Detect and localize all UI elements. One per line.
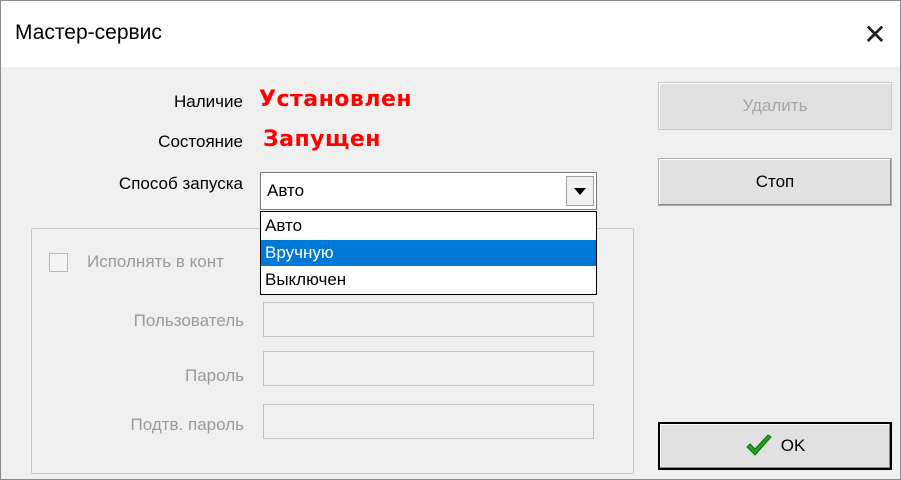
ok-button[interactable]: OK bbox=[658, 422, 892, 470]
close-icon: ✕ bbox=[863, 18, 887, 50]
dropdown-option-auto[interactable]: Авто bbox=[261, 213, 596, 239]
user-field[interactable] bbox=[263, 302, 594, 337]
ok-button-label: OK bbox=[780, 436, 806, 455]
green-checkmark-icon bbox=[745, 434, 773, 458]
startup-type-select[interactable]: Авто bbox=[260, 172, 597, 210]
confirm-password-label: Подтв. пароль bbox=[130, 415, 244, 434]
delete-button[interactable]: Удалить bbox=[658, 82, 892, 130]
window-title: Мастер-сервис bbox=[15, 21, 162, 44]
stop-button[interactable]: Стоп bbox=[658, 158, 892, 206]
delete-button-label: Удалить bbox=[742, 96, 808, 115]
state-value: Запущен bbox=[263, 127, 381, 152]
run-as-account-label: Исполнять в конт bbox=[87, 252, 224, 271]
startup-selected-value: Авто bbox=[267, 181, 305, 200]
run-as-account-checkbox[interactable] bbox=[49, 253, 68, 272]
dropdown-option-manual[interactable]: Вручную bbox=[261, 240, 596, 266]
password-label: Пароль bbox=[185, 366, 244, 385]
dropdown-arrow-button[interactable] bbox=[566, 176, 594, 206]
presence-label: Наличие bbox=[174, 92, 243, 111]
password-field[interactable] bbox=[263, 351, 594, 386]
chevron-down-icon bbox=[574, 187, 586, 195]
user-label: Пользователь bbox=[133, 311, 244, 330]
master-service-dialog: Мастер-сервис ✕ Наличие Установлен Состо… bbox=[0, 0, 901, 480]
startup-type-label: Способ запуска bbox=[118, 174, 243, 193]
close-button[interactable]: ✕ bbox=[850, 1, 900, 67]
stop-button-label: Стоп bbox=[755, 172, 795, 191]
confirm-password-field[interactable] bbox=[263, 404, 594, 439]
state-label: Состояние bbox=[158, 132, 243, 151]
presence-value: Установлен bbox=[259, 87, 413, 112]
dropdown-option-disabled[interactable]: Выключен bbox=[261, 267, 596, 293]
startup-type-dropdown: Авто Вручную Выключен bbox=[260, 211, 597, 295]
title-bar: Мастер-сервис ✕ bbox=[1, 1, 900, 67]
